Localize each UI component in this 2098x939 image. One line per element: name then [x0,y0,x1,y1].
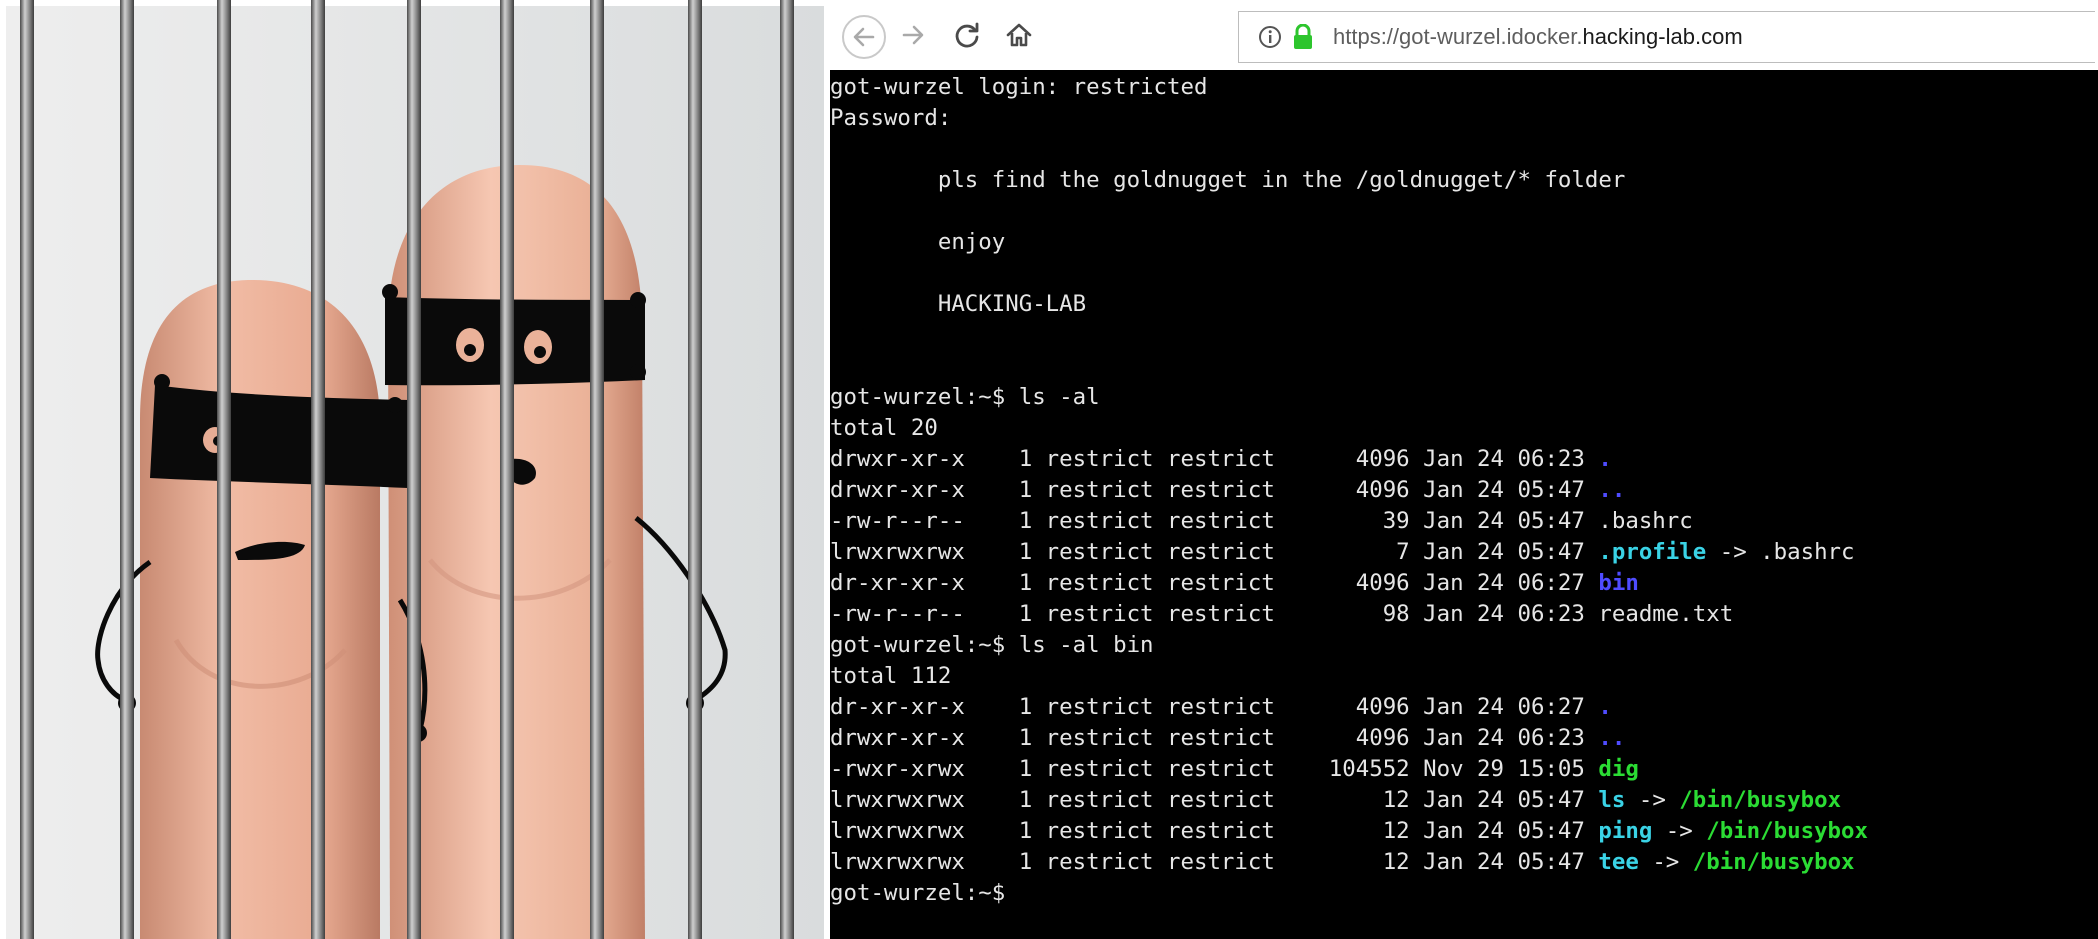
browser-toolbar: https://got-wurzel.idocker.hacking-lab.c… [830,0,2098,71]
terminal-text-segment: lrwxrwxrwx 1 restrict restrict 12 Jan 24… [830,818,1599,844]
terminal-text-segment: total 20 [830,415,938,441]
info-icon[interactable] [1257,24,1283,50]
terminal-line: total 20 [830,413,938,444]
fingers-behind-bars-image [0,0,830,939]
terminal-text-segment: lrwxrwxrwx 1 restrict restrict 12 Jan 24… [830,849,1599,875]
terminal-text-segment: -rw-r--r-- 1 restrict restrict 98 Jan 24… [830,601,1734,627]
terminal-text-segment: pls find the goldnugget in the /goldnugg… [830,167,1626,193]
terminal-line: dr-xr-xr-x 1 restrict restrict 4096 Jan … [830,692,1612,723]
terminal-text-segment: got-wurzel:~$ ls -al [830,384,1100,410]
terminal-line: got-wurzel login: restricted [830,72,1207,103]
terminal-text-segment: -> [1652,818,1707,844]
terminal-text-segment: drwxr-xr-x 1 restrict restrict 4096 Jan … [830,725,1599,751]
terminal-line: got-wurzel:~$ ls -al [830,382,1100,413]
terminal-line: pls find the goldnugget in the /goldnugg… [830,165,1626,196]
terminal-line: lrwxrwxrwx 1 restrict restrict 12 Jan 24… [830,816,1868,847]
terminal-line: got-wurzel:~$ ls -al bin [830,630,1154,661]
terminal-line: lrwxrwxrwx 1 restrict restrict 7 Jan 24 … [830,537,1855,568]
terminal-text-segment: total 112 [830,663,952,689]
home-button[interactable] [998,14,1040,56]
terminal-line: drwxr-xr-x 1 restrict restrict 4096 Jan … [830,444,1612,475]
terminal-line: -rwxr-xrwx 1 restrict restrict 104552 No… [830,754,1639,785]
terminal-line: enjoy [830,227,1005,258]
terminal-text-segment: /bin/busybox [1692,849,1855,875]
terminal-text-segment: got-wurzel:~$ ls -al bin [830,632,1154,658]
terminal-text-segment: -> .bashrc [1706,539,1855,565]
terminal-output[interactable]: got-wurzel login: restricted Password: pl… [830,70,2098,939]
left-finger [140,279,380,939]
reload-icon [955,22,979,48]
terminal-text-segment: .profile [1598,539,1707,565]
terminal-text-segment: . [1598,694,1612,720]
terminal-text-segment: dig [1598,756,1639,782]
terminal-line: -rw-r--r-- 1 restrict restrict 98 Jan 24… [830,599,1733,630]
terminal-text-segment: dr-xr-xr-x 1 restrict restrict 4096 Jan … [830,570,1599,596]
terminal-text-segment: lrwxrwxrwx 1 restrict restrict 7 Jan 24 … [830,539,1599,565]
terminal-line: dr-xr-xr-x 1 restrict restrict 4096 Jan … [830,568,1639,599]
terminal-text-segment: -> [1638,849,1693,875]
address-bar[interactable]: https://got-wurzel.idocker.hacking-lab.c… [1238,11,2095,63]
url-prefix: https://got-wurzel.idocker. [1333,24,1583,49]
terminal-text-segment: -rw-r--r-- 1 restrict restrict 39 Jan 24… [830,508,1693,534]
terminal-text-segment: HACKING-LAB [830,291,1087,317]
terminal-line: lrwxrwxrwx 1 restrict restrict 12 Jan 24… [830,785,1841,816]
left-mask [150,385,410,488]
terminal-line: HACKING-LAB [830,289,1086,320]
terminal-text-segment: drwxr-xr-x 1 restrict restrict 4096 Jan … [830,477,1599,503]
browser-window: https://got-wurzel.idocker.hacking-lab.c… [830,0,2098,939]
terminal-text-segment: -> [1625,787,1680,813]
right-finger [388,165,645,939]
terminal-line: lrwxrwxrwx 1 restrict restrict 12 Jan 24… [830,847,1855,878]
arrow-right-icon [902,25,924,45]
terminal-text-segment: dr-xr-xr-x 1 restrict restrict 4096 Jan … [830,694,1599,720]
url-text: https://got-wurzel.idocker.hacking-lab.c… [1333,24,1743,50]
terminal-text-segment: tee [1598,849,1639,875]
terminal-text-segment: enjoy [830,229,1006,255]
url-host: hacking-lab.com [1582,24,1743,49]
terminal-line: drwxr-xr-x 1 restrict restrict 4096 Jan … [830,475,1625,506]
terminal-text-segment: /bin/busybox [1706,818,1868,844]
terminal-text-segment: bin [1598,570,1639,596]
terminal-text-segment: . [1598,446,1612,472]
terminal-text-segment: -rwxr-xrwx 1 restrict restrict 104552 No… [830,756,1599,782]
forward-button[interactable] [892,14,934,56]
home-icon [1006,23,1032,47]
terminal-text-segment: /bin/busybox [1679,787,1842,813]
jail-illustration [6,0,824,939]
lock-icon [1291,23,1315,51]
terminal-line: Password: [830,103,951,134]
terminal-text-segment: ls [1598,787,1626,813]
reload-button[interactable] [946,14,988,56]
terminal-line: -rw-r--r-- 1 restrict restrict 39 Jan 24… [830,506,1693,537]
right-mask [385,297,645,386]
terminal-text-segment: got-wurzel login: restricted [830,74,1208,100]
terminal-text-segment: lrwxrwxrwx 1 restrict restrict 12 Jan 24… [830,787,1599,813]
terminal-text-segment: drwxr-xr-x 1 restrict restrict 4096 Jan … [830,446,1599,472]
back-button[interactable] [842,15,886,59]
terminal-text-segment: got-wurzel:~$ [830,880,1006,906]
terminal-text-segment: ping [1598,818,1653,844]
terminal-text-segment: Password: [830,105,952,131]
terminal-line: total 112 [830,661,951,692]
terminal-line: got-wurzel:~$ [830,878,1005,909]
arrow-left-icon [853,27,875,47]
terminal-text-segment: .. [1598,477,1626,503]
terminal-line: drwxr-xr-x 1 restrict restrict 4096 Jan … [830,723,1625,754]
terminal-text-segment: .. [1598,725,1626,751]
